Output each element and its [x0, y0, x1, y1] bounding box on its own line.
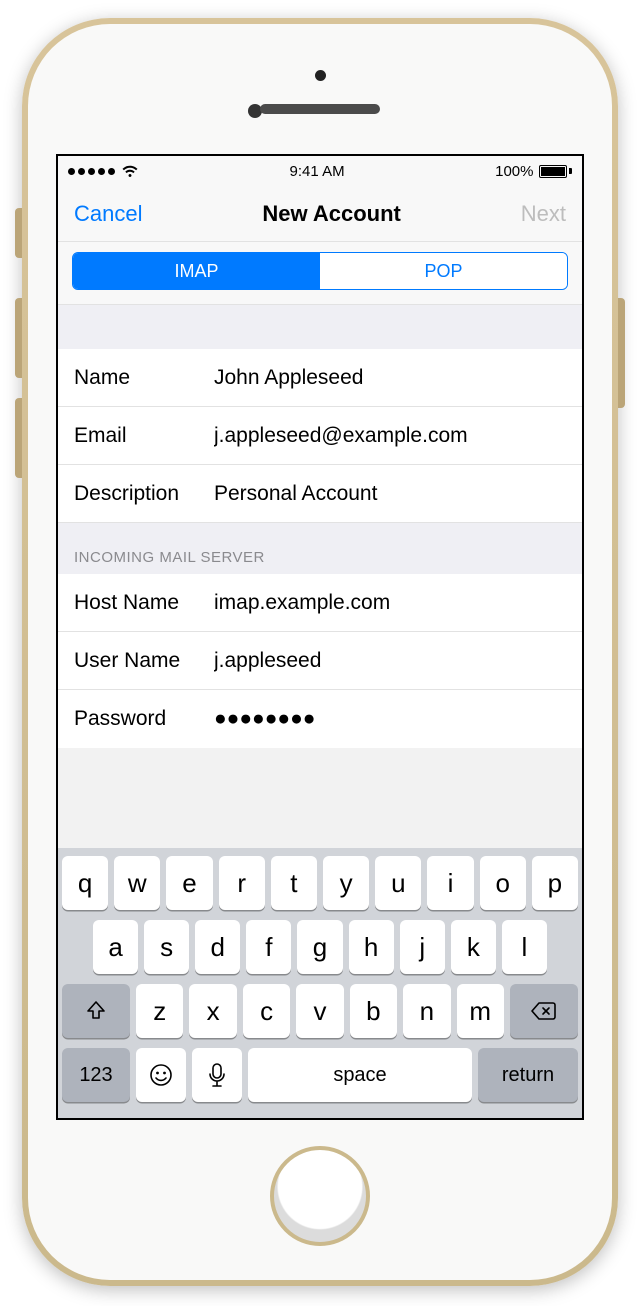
- name-label: Name: [74, 366, 214, 390]
- shift-key[interactable]: [62, 984, 130, 1038]
- key-y[interactable]: y: [323, 856, 369, 910]
- key-j[interactable]: j: [400, 920, 445, 974]
- password-label: Password: [74, 707, 214, 731]
- key-w[interactable]: w: [114, 856, 160, 910]
- hostname-row[interactable]: Host Name: [58, 574, 582, 632]
- email-label: Email: [74, 424, 214, 448]
- key-v[interactable]: v: [296, 984, 343, 1038]
- incoming-server-header: INCOMING MAIL SERVER: [58, 523, 582, 574]
- key-i[interactable]: i: [427, 856, 473, 910]
- username-row[interactable]: User Name: [58, 632, 582, 690]
- key-e[interactable]: e: [166, 856, 212, 910]
- key-o[interactable]: o: [480, 856, 526, 910]
- home-button[interactable]: [270, 1146, 370, 1246]
- tab-pop[interactable]: POP: [320, 253, 567, 289]
- key-b[interactable]: b: [350, 984, 397, 1038]
- status-time: 9:41 AM: [290, 163, 345, 180]
- protocol-segmented-control: IMAP POP: [72, 252, 568, 290]
- key-q[interactable]: q: [62, 856, 108, 910]
- key-m[interactable]: m: [457, 984, 504, 1038]
- username-label: User Name: [74, 649, 214, 673]
- name-input[interactable]: [214, 366, 566, 390]
- email-row[interactable]: Email: [58, 407, 582, 465]
- battery-icon: [539, 165, 572, 178]
- hostname-input[interactable]: [214, 591, 566, 615]
- description-label: Description: [74, 482, 214, 506]
- keyboard: qwertyuiop asdfghjkl zxcvbnm 123 space: [58, 848, 582, 1118]
- backspace-key[interactable]: [510, 984, 578, 1038]
- wifi-icon: [121, 164, 139, 178]
- key-d[interactable]: d: [195, 920, 240, 974]
- numbers-key[interactable]: 123: [62, 1048, 130, 1102]
- next-button[interactable]: Next: [521, 201, 566, 227]
- key-z[interactable]: z: [136, 984, 183, 1038]
- key-p[interactable]: p: [532, 856, 578, 910]
- description-input[interactable]: [214, 482, 566, 506]
- key-r[interactable]: r: [219, 856, 265, 910]
- description-row[interactable]: Description: [58, 465, 582, 523]
- key-f[interactable]: f: [246, 920, 291, 974]
- signal-icon: [68, 168, 115, 175]
- key-t[interactable]: t: [271, 856, 317, 910]
- dictation-key[interactable]: [192, 1048, 242, 1102]
- key-c[interactable]: c: [243, 984, 290, 1038]
- key-h[interactable]: h: [349, 920, 394, 974]
- key-s[interactable]: s: [144, 920, 189, 974]
- cancel-button[interactable]: Cancel: [74, 201, 142, 227]
- name-row[interactable]: Name: [58, 349, 582, 407]
- page-title: New Account: [262, 201, 401, 227]
- return-key[interactable]: return: [478, 1048, 578, 1102]
- key-g[interactable]: g: [297, 920, 342, 974]
- key-k[interactable]: k: [451, 920, 496, 974]
- status-bar: 9:41 AM 100%: [58, 156, 582, 186]
- username-input[interactable]: [214, 649, 566, 673]
- tab-imap[interactable]: IMAP: [73, 253, 320, 289]
- password-input[interactable]: [214, 707, 566, 731]
- iphone-frame: 9:41 AM 100% Cancel New Account Next IMA…: [22, 18, 618, 1286]
- space-key[interactable]: space: [248, 1048, 472, 1102]
- key-u[interactable]: u: [375, 856, 421, 910]
- hostname-label: Host Name: [74, 591, 214, 615]
- nav-bar: Cancel New Account Next: [58, 186, 582, 242]
- screen: 9:41 AM 100% Cancel New Account Next IMA…: [56, 154, 584, 1120]
- email-input[interactable]: [214, 424, 566, 448]
- key-l[interactable]: l: [502, 920, 547, 974]
- password-row[interactable]: Password: [58, 690, 582, 748]
- battery-percent: 100%: [495, 163, 533, 180]
- key-n[interactable]: n: [403, 984, 450, 1038]
- key-a[interactable]: a: [93, 920, 138, 974]
- emoji-key[interactable]: [136, 1048, 186, 1102]
- key-x[interactable]: x: [189, 984, 236, 1038]
